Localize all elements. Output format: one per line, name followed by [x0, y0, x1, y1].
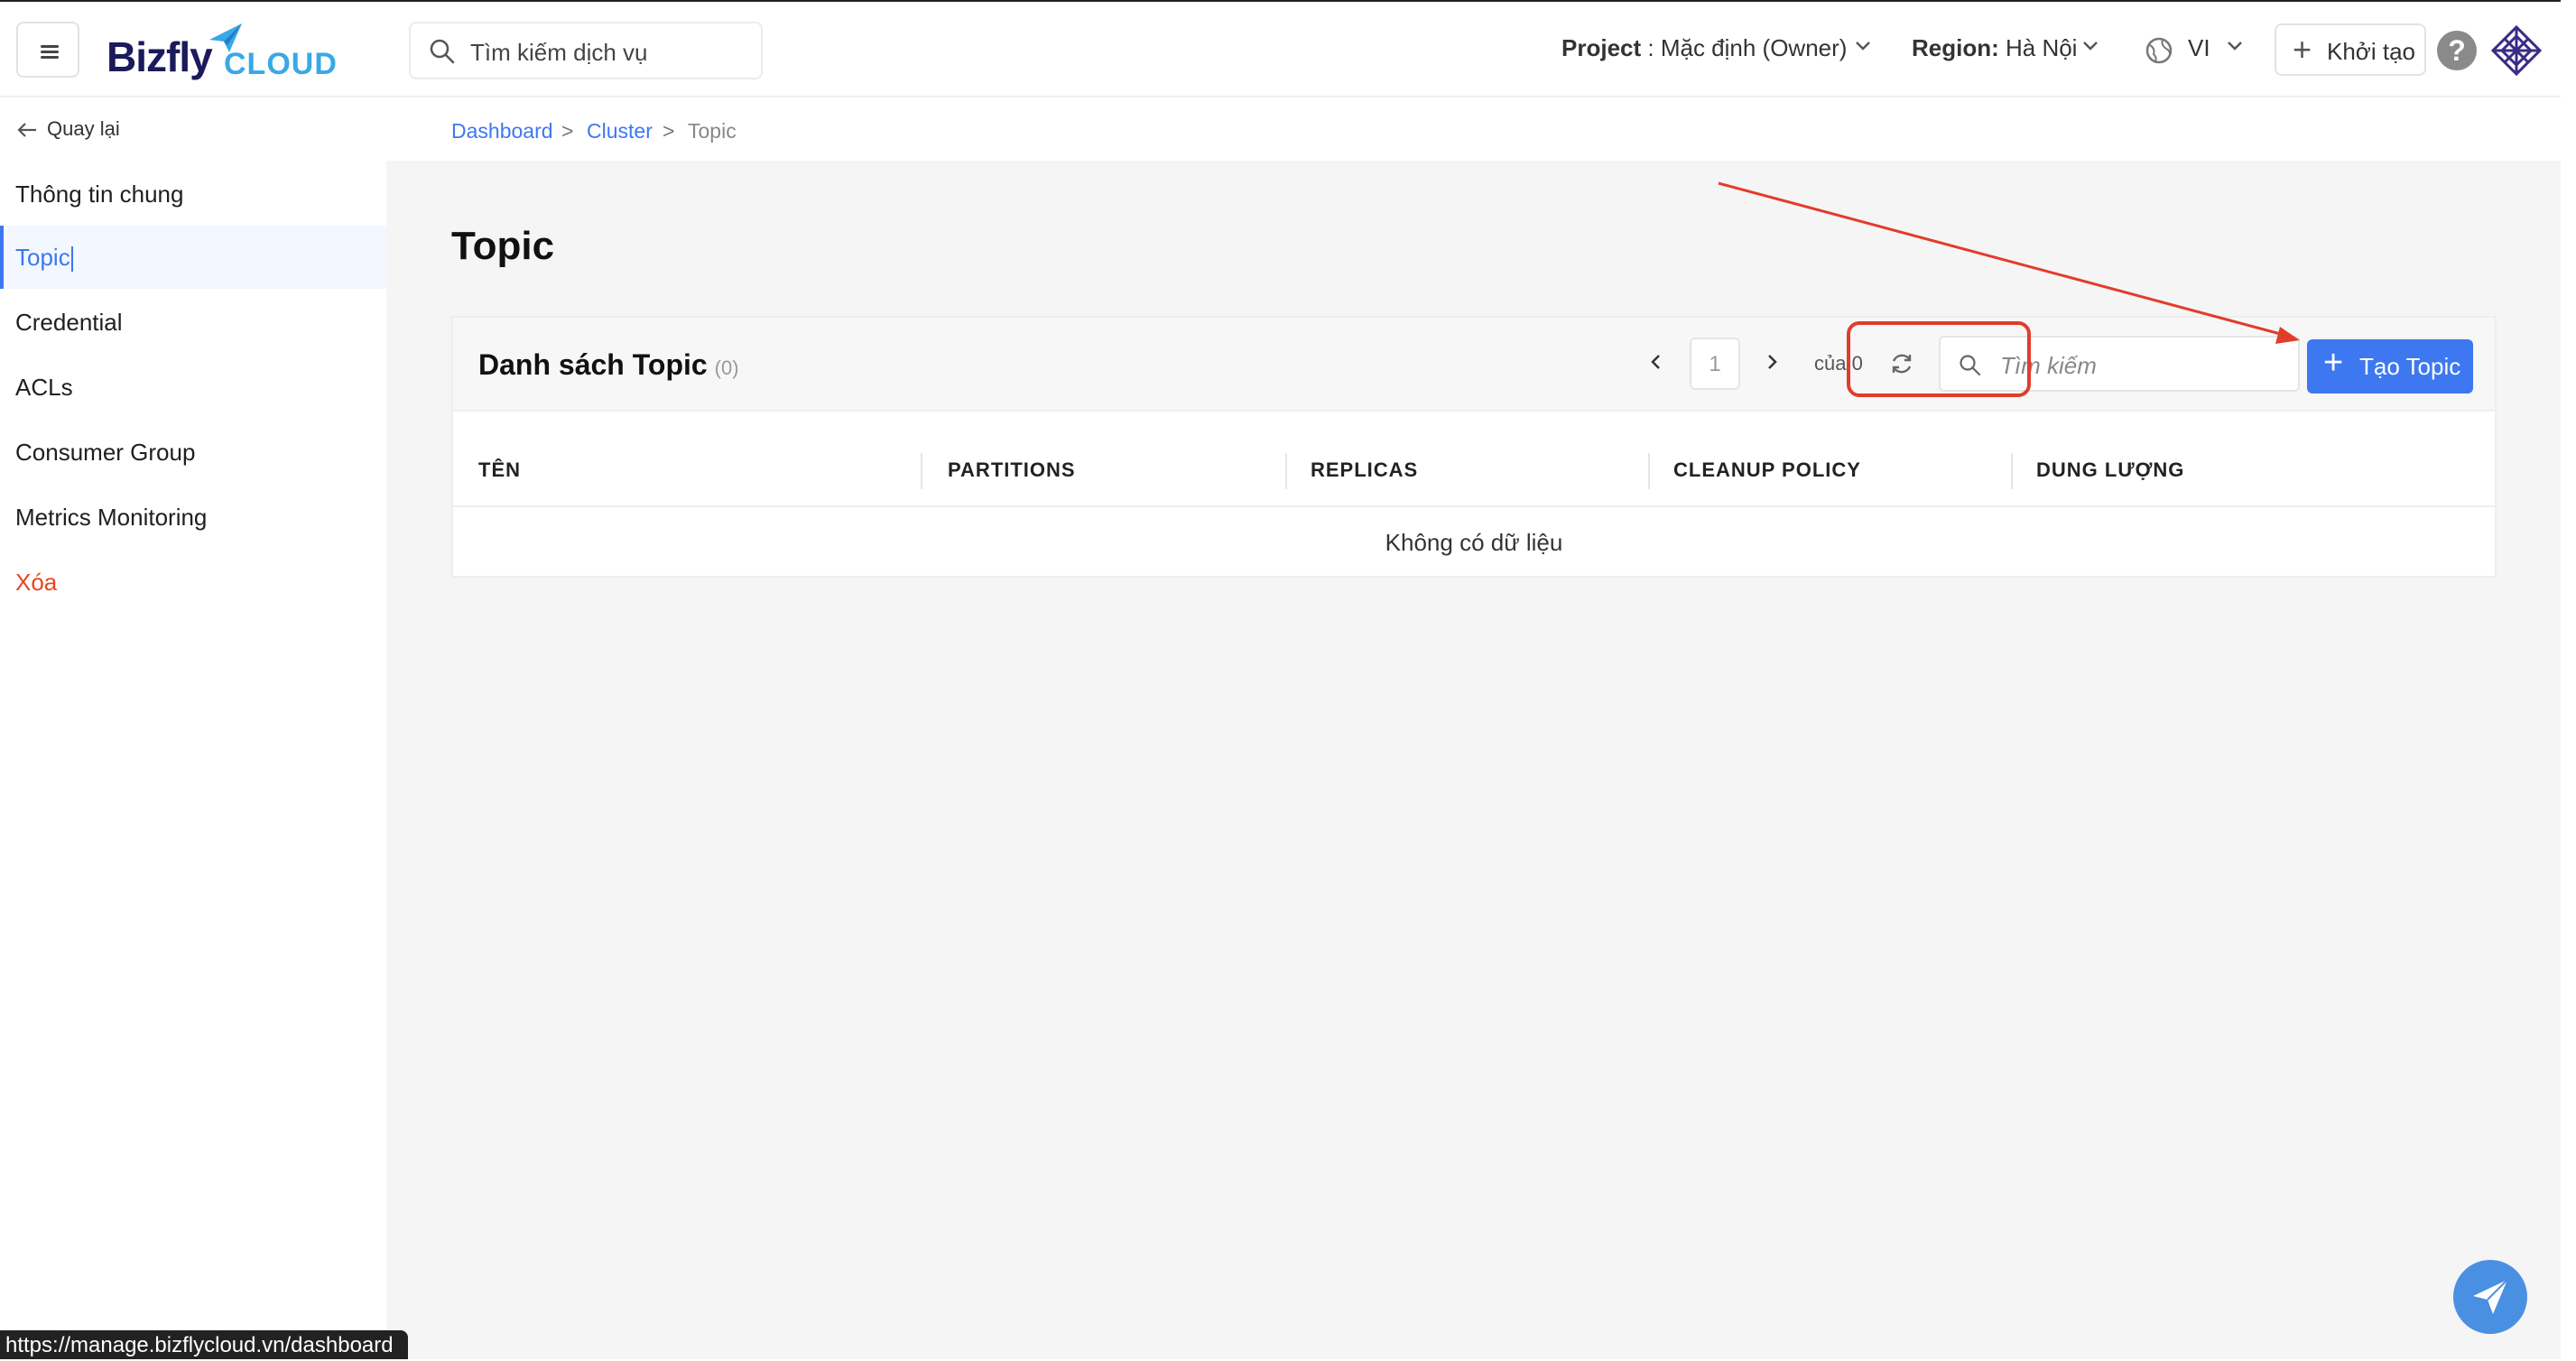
annotation-highlight-ring — [1847, 321, 2031, 397]
sidebar-item-label: Thông tin chung — [15, 181, 184, 208]
sidebar-item-label: Consumer Group — [15, 439, 196, 466]
annotation-arrow — [1706, 171, 1868, 352]
user-avatar[interactable] — [2491, 25, 2542, 76]
help-icon[interactable]: ? — [2437, 31, 2477, 70]
breadcrumb-current: Topic — [688, 119, 737, 143]
region-value: Hà Nội — [1998, 34, 2078, 61]
service-search-placeholder: Tìm kiếm dịch vụ — [470, 39, 648, 66]
breadcrumb-separator: > — [561, 119, 574, 143]
sidebar-item-delete[interactable]: Xóa — [0, 551, 386, 614]
create-resource-button[interactable]: + Khởi tạo — [2275, 23, 2426, 76]
sidebar-item-acls[interactable]: ACLs — [0, 356, 386, 419]
column-divider — [1285, 453, 1287, 489]
sidebar: Quay lại Thông tin chung Topic Credentia… — [0, 97, 386, 1359]
breadcrumb-dashboard[interactable]: Dashboard — [451, 119, 553, 144]
project-label: Project — [1561, 34, 1642, 61]
create-topic-button[interactable]: + Tạo Topic — [2307, 339, 2473, 393]
region-selector[interactable]: Region: Hà Nội — [1912, 34, 2077, 62]
topic-list-header: Danh sách Topic (0) 1 của 0 Tìm kiếm + Tạ… — [453, 318, 2495, 412]
column-header-replicas: REPLICAS — [1311, 458, 1419, 481]
project-selector[interactable]: Project : Mặc định (Owner) — [1561, 34, 1847, 62]
column-divider — [1648, 453, 1650, 489]
column-header-name: TÊN — [478, 458, 521, 481]
breadcrumb-cluster[interactable]: Cluster — [587, 119, 653, 144]
column-header-storage: DUNG LƯỢNG — [2036, 458, 2185, 481]
arrow-left-icon — [17, 123, 36, 137]
topic-list-card: Danh sách Topic (0) 1 của 0 Tìm kiếm + Tạ… — [451, 316, 2497, 578]
chevron-down-icon[interactable] — [1854, 40, 1872, 52]
chevron-right-icon[interactable] — [1764, 350, 1780, 374]
column-divider — [921, 453, 922, 489]
sidebar-item-label: Metrics Monitoring — [15, 504, 208, 531]
breadcrumb: Dashboard > Cluster > Topic — [386, 97, 2561, 161]
empty-state-text: Không có dữ liệu — [1385, 529, 1563, 556]
language-selector[interactable]: VI — [2188, 34, 2210, 62]
sidebar-item-metrics-monitoring[interactable]: Metrics Monitoring — [0, 486, 386, 549]
service-search-input[interactable]: Tìm kiếm dịch vụ — [409, 22, 763, 79]
sidebar-item-label: Topic — [15, 244, 70, 271]
create-topic-label: Tạo Topic — [2359, 353, 2461, 380]
topic-count-badge: (0) — [714, 356, 739, 379]
chevron-left-icon[interactable] — [1648, 350, 1664, 374]
column-header-cleanup-policy: CLEANUP POLICY — [1673, 458, 1861, 481]
browser-status-url: https://manage.bizflycloud.vn/dashboard — [0, 1330, 408, 1359]
sidebar-item-label: ACLs — [15, 374, 73, 401]
breadcrumb-separator: > — [663, 119, 675, 143]
column-divider — [2011, 453, 2013, 489]
create-resource-label: Khởi tạo — [2327, 38, 2415, 65]
topic-list-title-text: Danh sách Topic — [478, 348, 708, 381]
globe-icon[interactable] — [2145, 36, 2173, 65]
region-label: Region: — [1912, 34, 1999, 61]
paper-plane-icon — [2473, 1279, 2508, 1314]
chevron-down-icon[interactable] — [2226, 40, 2244, 52]
support-chat-button[interactable] — [2453, 1260, 2527, 1334]
sidebar-item-topic[interactable]: Topic — [0, 226, 386, 289]
search-icon — [430, 39, 455, 64]
sidebar-item-consumer-group[interactable]: Consumer Group — [0, 421, 386, 484]
window-edge — [2561, 0, 2576, 1359]
topic-list-title: Danh sách Topic (0) — [478, 348, 739, 382]
sidebar-item-general-info[interactable]: Thông tin chung — [0, 162, 386, 226]
sidebar-item-label: Credential — [15, 309, 123, 336]
table-header-divider — [453, 505, 2495, 507]
project-value: : Mặc định (Owner) — [1641, 34, 1848, 61]
logo-text: Bizfly — [107, 33, 213, 80]
paper-plane-logo-icon — [209, 23, 242, 52]
back-link[interactable]: Quay lại — [16, 117, 120, 141]
sidebar-item-credential[interactable]: Credential — [0, 291, 386, 354]
page-title: Topic — [451, 224, 555, 268]
plus-icon: + — [2293, 31, 2312, 68]
main-content — [386, 97, 2561, 1359]
column-header-partitions: PARTITIONS — [948, 458, 1076, 481]
top-navbar: Bizfly CLOUD Tìm kiếm dịch vụ Project : … — [0, 0, 2561, 97]
bizfly-cloud-logo[interactable]: Bizfly CLOUD — [107, 22, 337, 85]
text-cursor — [70, 246, 73, 273]
back-label: Quay lại — [47, 117, 120, 140]
plus-icon: + — [2323, 344, 2344, 382]
sidebar-item-label: Xóa — [15, 569, 58, 596]
hamburger-menu-button[interactable] — [16, 22, 79, 78]
chevron-down-icon[interactable] — [2081, 40, 2099, 52]
